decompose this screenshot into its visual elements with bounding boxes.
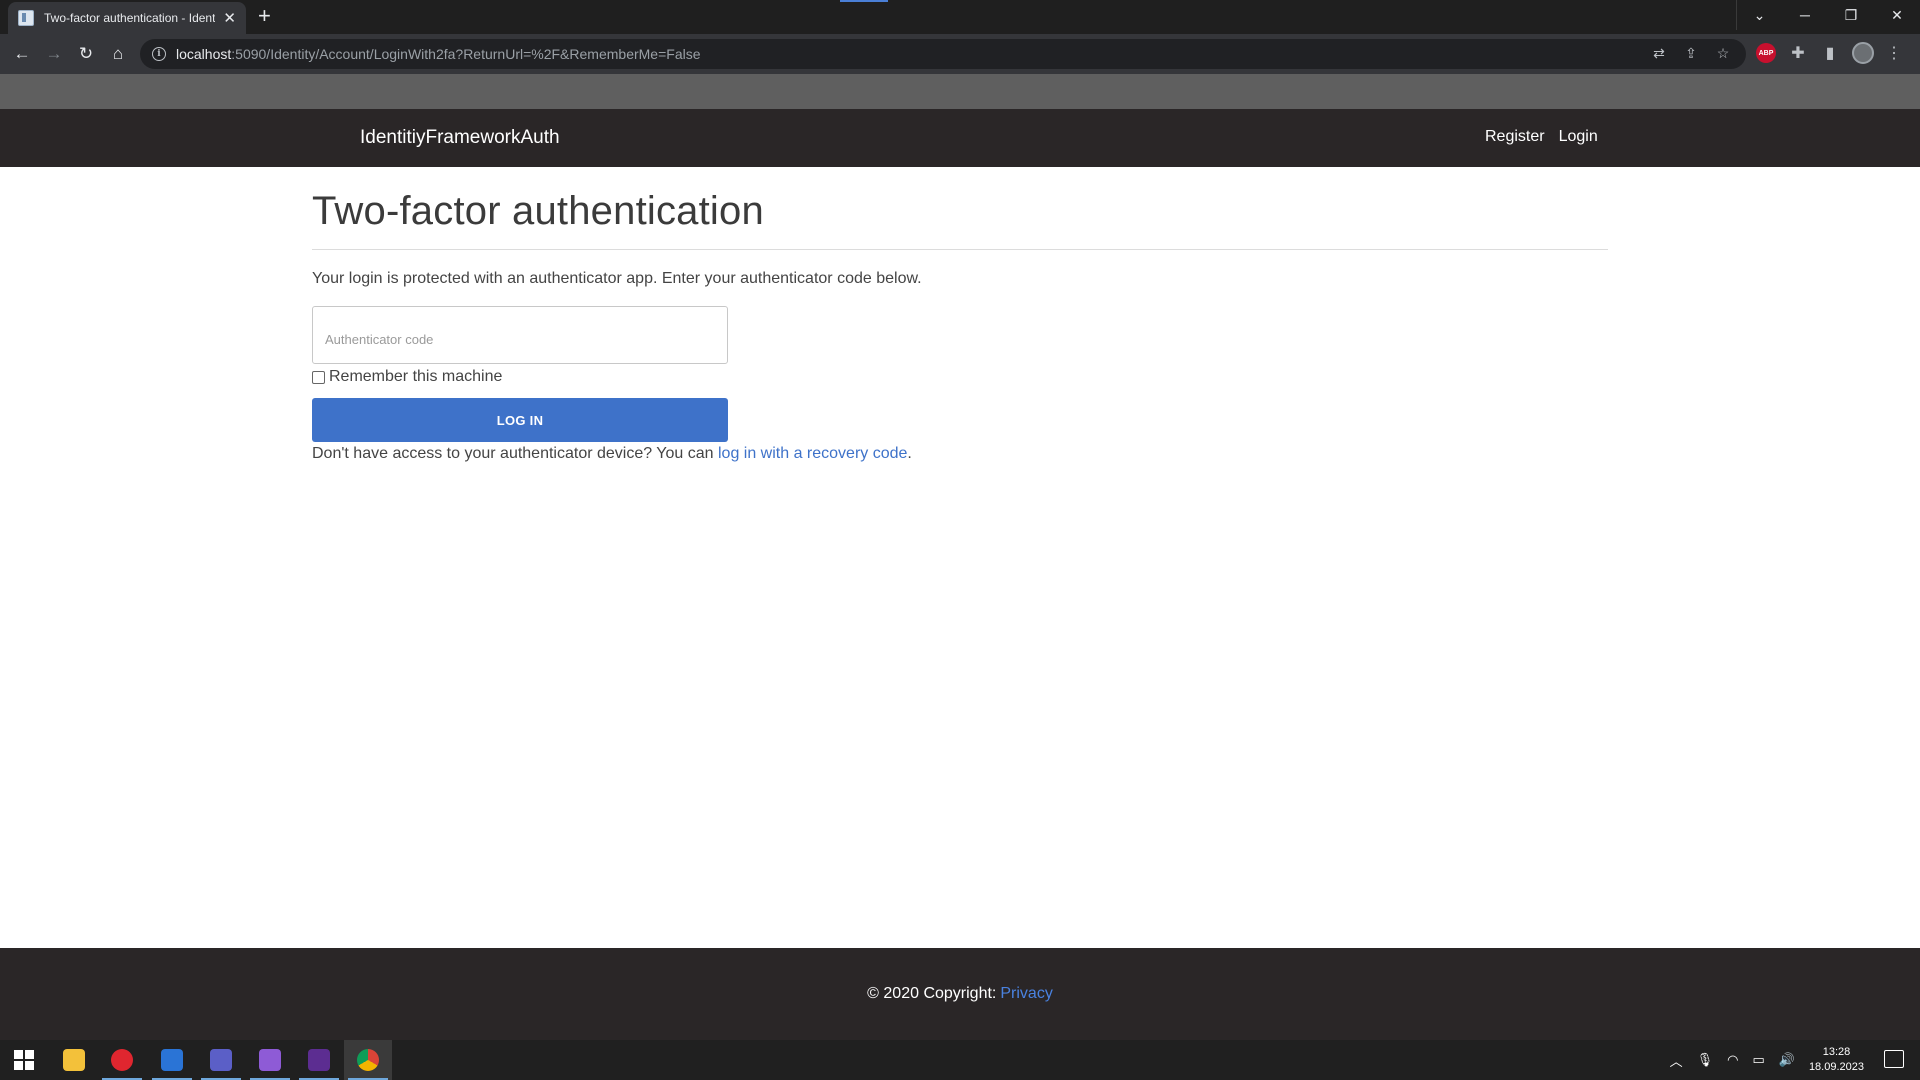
authenticator-code-input[interactable] (312, 306, 728, 364)
tab-title: Two-factor authentication - IdentitiyFra… (44, 11, 216, 25)
microphone-icon[interactable]: 🎙 (1697, 1052, 1714, 1068)
privacy-link[interactable]: Privacy (1000, 985, 1052, 1003)
url-host: localhost (176, 46, 232, 62)
navbar-links: Register Login (1485, 128, 1598, 146)
new-tab-button[interactable]: + (258, 4, 271, 28)
close-window-button[interactable]: ✕ (1874, 0, 1920, 30)
show-hidden-icons-icon[interactable]: ︿ (1670, 1051, 1683, 1070)
back-button[interactable]: ← (8, 40, 36, 68)
taskbar-app-terminal[interactable] (295, 1040, 343, 1080)
notification-center-icon[interactable] (1884, 1050, 1904, 1068)
site-info-icon[interactable]: i (152, 47, 166, 61)
window-controls: ⌄ ─ ❐ ✕ (1736, 0, 1920, 30)
taskbar-clock[interactable]: 13:28 18.09.2023 (1809, 1045, 1864, 1075)
page-title: Two-factor authentication (312, 189, 764, 233)
share-icon[interactable]: ⇪ (1682, 45, 1700, 62)
clock-date: 18.09.2023 (1808, 1061, 1864, 1073)
tab-search-button[interactable]: ⌄ (1736, 0, 1782, 30)
bookmark-star-icon[interactable]: ☆ (1714, 45, 1732, 62)
recovery-prefix: Don't have access to your authenticator … (312, 445, 718, 462)
clock-time: 13:28 (1822, 1046, 1851, 1058)
forward-button[interactable]: → (40, 40, 68, 68)
site-navbar: IdentitiyFrameworkAuth Register Login (0, 109, 1920, 167)
address-bar[interactable]: i localhost :5090/Identity/Account/Login… (140, 39, 1746, 69)
file-explorer-icon (63, 1049, 85, 1071)
home-button[interactable]: ⌂ (104, 40, 132, 68)
login-link[interactable]: Login (1559, 128, 1598, 146)
reload-button[interactable]: ↻ (72, 40, 100, 68)
browser-toolbar: ← → ↻ ⌂ i localhost :5090/Identity/Accou… (0, 34, 1920, 74)
minimize-button[interactable]: ─ (1782, 0, 1828, 30)
profile-avatar[interactable] (1852, 42, 1874, 64)
extensions-puzzle-icon[interactable]: ✚ (1788, 43, 1808, 63)
bookmarks-bar (0, 74, 1920, 109)
restore-button[interactable]: ❐ (1828, 0, 1874, 30)
url-path: :5090/Identity/Account/LoginWith2fa?Retu… (231, 46, 701, 62)
navbar-brand[interactable]: IdentitiyFrameworkAuth (360, 127, 560, 149)
taskbar-app-word[interactable] (148, 1040, 196, 1080)
opera-icon (111, 1049, 133, 1071)
browser-tab-strip: Two-factor authentication - IdentitiyFra… (0, 0, 1920, 34)
recovery-text: Don't have access to your authenticator … (312, 445, 1608, 463)
omnibox-actions: ⇄ ⇪ ☆ (1650, 45, 1732, 62)
taskbar-app-explorer[interactable] (50, 1040, 98, 1080)
teams-icon (210, 1049, 232, 1071)
network-icon[interactable]: ◠ (1727, 1052, 1738, 1068)
windows-logo-icon (14, 1050, 34, 1070)
extensions-area: ABP ✚ ▮ ⋮ (1756, 42, 1902, 64)
instruction-text: Your login is protected with an authenti… (312, 270, 922, 287)
page-favicon-icon (18, 10, 34, 26)
word-icon (161, 1049, 183, 1071)
main-content: Two-factor authentication Your login is … (312, 167, 1608, 463)
title-divider (312, 249, 1608, 250)
close-tab-icon[interactable]: ✕ (223, 11, 236, 26)
start-button[interactable] (0, 1040, 48, 1080)
recovery-suffix: . (907, 445, 912, 462)
loading-indicator (840, 0, 888, 2)
side-panel-icon[interactable]: ▮ (1820, 43, 1840, 63)
volume-icon[interactable]: 🔊 (1779, 1052, 1795, 1068)
taskbar-app-opera[interactable] (98, 1040, 146, 1080)
remember-machine-option[interactable]: Remember this machine (312, 368, 1608, 386)
recovery-code-link[interactable]: log in with a recovery code (718, 445, 907, 462)
adblock-plus-icon[interactable]: ABP (1756, 43, 1776, 63)
remember-machine-checkbox[interactable] (312, 370, 325, 384)
tab-active[interactable]: Two-factor authentication - IdentitiyFra… (8, 2, 246, 34)
copyright-text: © 2020 Copyright: (867, 985, 997, 1002)
taskbar-app-teams[interactable] (197, 1040, 245, 1080)
terminal-icon (308, 1049, 330, 1071)
taskbar-app-visual-studio[interactable] (246, 1040, 294, 1080)
browser-menu-icon[interactable]: ⋮ (1886, 43, 1902, 63)
site-footer: © 2020 Copyright: Privacy (0, 948, 1920, 1040)
visual-studio-icon (259, 1049, 281, 1071)
login-button[interactable]: LOG IN (312, 398, 728, 442)
remember-machine-label: Remember this machine (329, 368, 503, 385)
battery-icon[interactable]: ▭ (1752, 1052, 1764, 1068)
translate-icon[interactable]: ⇄ (1650, 45, 1668, 62)
register-link[interactable]: Register (1485, 128, 1545, 146)
taskbar-app-chrome[interactable] (344, 1040, 392, 1080)
system-tray: ︿ 🎙 ◠ ▭ 🔊 13:28 18.09.2023 (1670, 1040, 1864, 1080)
windows-taskbar: ︿ 🎙 ◠ ▭ 🔊 13:28 18.09.2023 (0, 1040, 1920, 1080)
chrome-icon (357, 1049, 379, 1071)
